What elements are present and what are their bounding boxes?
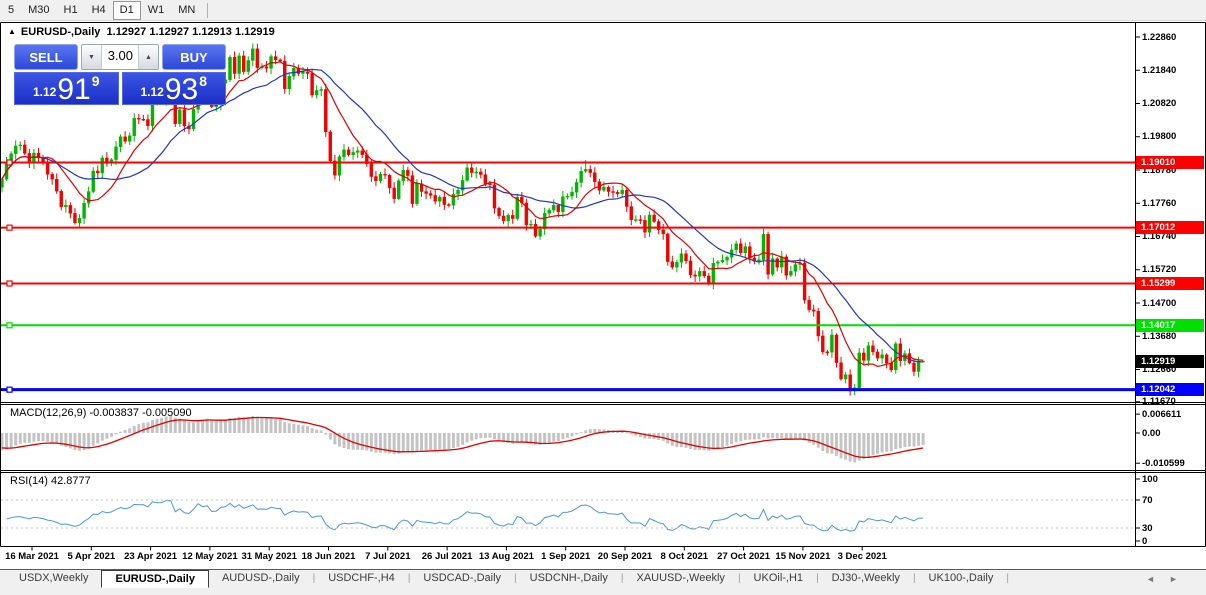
price-axis-label: 1.17760 bbox=[1142, 197, 1177, 209]
tab-separator: | bbox=[1006, 573, 1009, 584]
price-line-badge: 1.14017 bbox=[1136, 318, 1204, 332]
sell-button[interactable]: SELL bbox=[14, 44, 78, 70]
buy-button[interactable]: BUY bbox=[162, 44, 226, 70]
tab-scroll-right-icon[interactable]: ► bbox=[1169, 574, 1178, 584]
toolbar-separator bbox=[207, 2, 209, 18]
timeframe-button-m30[interactable]: M30 bbox=[21, 1, 56, 20]
chart-tab-xauusd-weekly[interactable]: XAUUSD-,Weekly bbox=[624, 570, 738, 588]
timeframe-button-w1[interactable]: W1 bbox=[141, 1, 172, 20]
date-axis-label: 3 Dec 2021 bbox=[837, 551, 887, 562]
one-click-trading-panel: SELL ▼ 3.00 ▲ BUY 1.12 91 9 1.12 93 8 bbox=[14, 44, 226, 105]
buy-price-display[interactable]: 1.12 93 8 bbox=[121, 72, 226, 106]
chart-tab-usdcad-daily[interactable]: USDCAD-,Daily bbox=[410, 570, 514, 588]
price-axis-label: 1.14700 bbox=[1142, 297, 1177, 309]
timeframe-button-mn[interactable]: MN bbox=[171, 1, 202, 20]
rsi-label: RSI(14) 42.8777 bbox=[10, 475, 91, 487]
macd-axis-label: 0.00 bbox=[1142, 427, 1161, 439]
rsi-axis-label: 100 bbox=[1142, 473, 1158, 485]
sell-price-display[interactable]: 1.12 91 9 bbox=[14, 72, 119, 105]
sell-price-sup: 9 bbox=[91, 73, 100, 89]
chart-tab-ukoil-h1[interactable]: UKOil-,H1 bbox=[741, 570, 817, 588]
chart-tab-usdchf-h4[interactable]: USDCHF-,H4 bbox=[315, 570, 408, 588]
price-axis-label: 1.11670 bbox=[1142, 396, 1176, 408]
chart-tab-eurusd-daily[interactable]: EURUSD-,Daily bbox=[101, 570, 209, 588]
price-line-badge: 1.17012 bbox=[1136, 221, 1204, 235]
chart-tab-uk100-daily[interactable]: UK100-,Daily bbox=[916, 570, 1007, 588]
chart-tab-bar: USDX,Weekly EURUSD-,Daily AUDUSD-,Daily | US… bbox=[0, 569, 1206, 595]
price-axis-label: 1.22860 bbox=[1142, 31, 1177, 43]
volume-increase-button[interactable]: ▲ bbox=[138, 45, 158, 69]
price-line-badge: 1.19010 bbox=[1136, 156, 1204, 169]
macd-label: MACD(12,26,9) -0.003837 -0.005090 bbox=[10, 407, 192, 419]
price-axis-label: 1.19800 bbox=[1142, 131, 1177, 143]
ohlc-readout: 1.12927 1.12927 1.12913 1.12919 bbox=[106, 26, 275, 38]
buy-price-sup: 8 bbox=[199, 73, 208, 89]
price-axis-label: 1.21840 bbox=[1142, 64, 1177, 76]
volume-input[interactable]: 3.00 bbox=[102, 45, 138, 69]
panel-collapse-arrow-icon[interactable]: ▲ bbox=[8, 27, 16, 36]
timeframe-toolbar: 5 M30 H1 H4 D1 W1 MN bbox=[0, 0, 1206, 21]
chart-tab-dj30-weekly[interactable]: DJ30-,Weekly bbox=[819, 570, 913, 588]
tab-scroll-left-icon[interactable]: ◄ bbox=[1146, 574, 1155, 584]
sell-price-big: 91 bbox=[57, 73, 91, 106]
macd-axis-label: -0.010599 bbox=[1142, 457, 1185, 469]
volume-decrease-button[interactable]: ▼ bbox=[82, 45, 102, 69]
timeframe-button-5[interactable]: 5 bbox=[1, 1, 21, 20]
price-line-badge: 1.15299 bbox=[1136, 276, 1204, 290]
price-line-badge: 1.12042 bbox=[1136, 383, 1204, 397]
chart-tab-audusd-daily[interactable]: AUDUSD-,Daily bbox=[209, 570, 313, 588]
timeframe-button-d1[interactable]: D1 bbox=[112, 0, 141, 20]
timeframe-button-h1[interactable]: H1 bbox=[57, 1, 85, 20]
buy-price-big: 93 bbox=[164, 73, 199, 106]
macd-axis-label: 0.006611 bbox=[1142, 408, 1182, 420]
volume-spinner: ▼ 3.00 ▲ bbox=[81, 44, 159, 70]
sell-price-prefix: 1.12 bbox=[32, 85, 57, 99]
chart-title: ▲ EURUSD-,Daily 1.12927 1.12927 1.12913 1… bbox=[8, 26, 275, 38]
price-axis-label: 1.13680 bbox=[1142, 330, 1177, 342]
chart-tab-usdx-weekly[interactable]: USDX,Weekly bbox=[6, 570, 101, 588]
price-axis-label: 1.20820 bbox=[1142, 98, 1177, 109]
price-axis-label: 1.15720 bbox=[1142, 264, 1177, 276]
rsi-axis-label: 0 bbox=[1142, 535, 1148, 547]
rsi-axis-label: 70 bbox=[1142, 494, 1153, 506]
current-price-badge: 1.12919 bbox=[1136, 354, 1204, 368]
buy-price-prefix: 1.12 bbox=[140, 85, 164, 99]
rsi-axis-label: 30 bbox=[1142, 522, 1153, 534]
timeframe-button-h4[interactable]: H4 bbox=[85, 1, 113, 20]
symbol-title: EURUSD-,Daily bbox=[20, 26, 101, 38]
chart-tab-usdcnh-daily[interactable]: USDCNH-,Daily bbox=[517, 570, 621, 588]
